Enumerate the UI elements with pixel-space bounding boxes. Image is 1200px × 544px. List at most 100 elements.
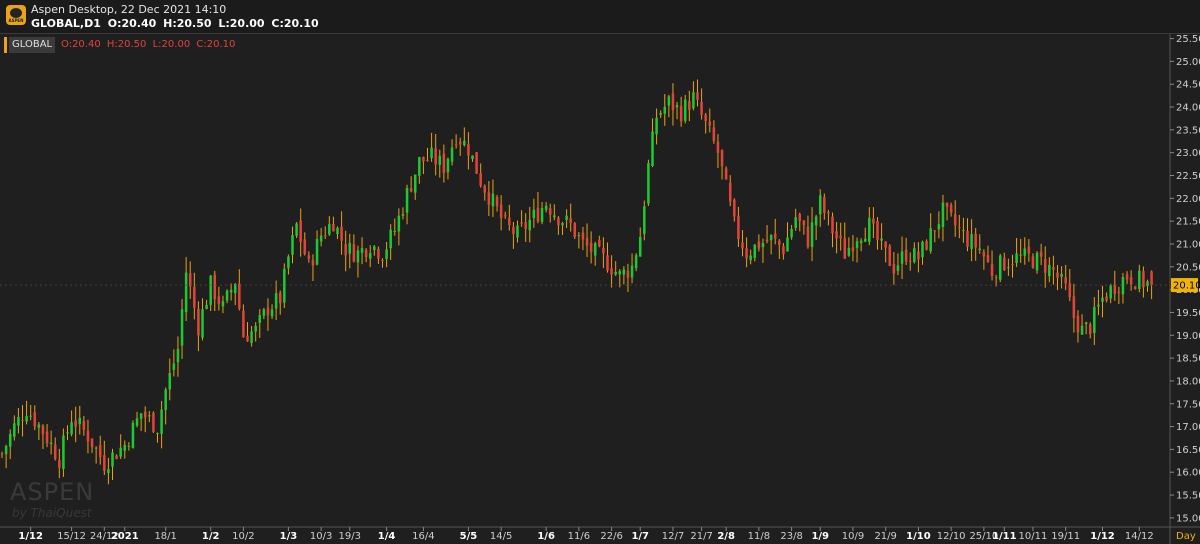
candle-body: [966, 230, 969, 247]
candle-body: [1088, 324, 1092, 335]
candle-body: [994, 277, 998, 279]
candle-body: [863, 238, 867, 242]
candle-body: [413, 174, 417, 193]
plot-area: [0, 34, 1170, 527]
candle-body: [520, 222, 523, 224]
x-tick-label: 1/2: [202, 531, 220, 542]
x-tick-label: 10/2: [232, 531, 254, 542]
x-tick-label: 14/5: [490, 531, 512, 542]
candle-body: [618, 271, 622, 275]
legend-low: L:20.00: [152, 39, 191, 50]
candle-body: [941, 202, 945, 228]
candle-body: [512, 226, 515, 235]
candle-body: [499, 204, 503, 219]
candle-body: [1023, 248, 1027, 256]
legend-symbol[interactable]: GLOBAL: [9, 37, 56, 53]
x-tick-label: 21/9: [874, 531, 896, 542]
candle-body: [798, 214, 802, 222]
candle-body: [737, 215, 740, 240]
candle-body: [888, 245, 892, 266]
candle-body: [978, 248, 982, 250]
candle-body: [917, 251, 920, 260]
candle-body: [287, 256, 290, 269]
candle-body: [598, 239, 601, 247]
candle-body: [446, 158, 450, 173]
candle-body: [49, 442, 53, 445]
candle-body: [184, 272, 188, 313]
candle-body: [111, 452, 114, 467]
candle-body: [508, 217, 511, 226]
candle-body: [818, 195, 822, 215]
candle-body: [1142, 271, 1145, 288]
y-tick-label: 24.50: [1176, 80, 1200, 91]
candle-body: [58, 459, 61, 468]
candle-body: [98, 445, 102, 458]
candle-body: [434, 148, 437, 165]
candle-body: [573, 223, 577, 237]
candle-body: [904, 249, 908, 262]
candle-body: [651, 131, 654, 166]
x-tick-label: 11/8: [748, 531, 770, 542]
candle-body: [66, 432, 69, 434]
candle-body: [107, 469, 110, 474]
candle-body: [516, 225, 519, 238]
candle-body: [806, 226, 810, 247]
candle-body: [1019, 254, 1022, 256]
candle-body: [344, 244, 347, 256]
candle-body: [823, 197, 826, 213]
candle-body: [377, 248, 380, 259]
candle-body: [757, 241, 761, 249]
candle-body: [336, 227, 339, 235]
price-chart[interactable]: 15.00 15.50 16.00 16.50 17.00 17.50 18.00 18.50…: [0, 0, 1200, 544]
candle-body: [8, 433, 12, 447]
candle-body: [679, 105, 683, 122]
candle-body: [1138, 270, 1141, 289]
candle-body: [90, 438, 94, 448]
candle-body: [557, 217, 560, 226]
candle-body: [135, 418, 139, 426]
candle-body: [127, 445, 131, 447]
candle-body: [131, 422, 135, 449]
candle-body: [630, 265, 634, 278]
candle-body: [401, 214, 405, 216]
candle-body: [221, 301, 225, 307]
legend-color-marker: [4, 37, 7, 53]
candle-body: [70, 422, 73, 435]
candle-body: [352, 244, 356, 262]
candle-body: [225, 290, 229, 301]
x-tick-label: 10/3: [310, 531, 332, 542]
candle-body: [553, 215, 556, 218]
candle-body: [487, 192, 491, 205]
candle-body: [4, 445, 8, 455]
candle-body: [896, 265, 900, 271]
candle-body: [188, 273, 192, 287]
candle-body: [929, 228, 932, 252]
candle-body: [1076, 315, 1080, 333]
candle-body: [708, 121, 712, 126]
candle-body: [291, 235, 294, 255]
candle-body: [152, 412, 155, 432]
candle-body: [299, 220, 302, 242]
candle-body: [921, 241, 924, 258]
candle-body: [205, 304, 208, 310]
candle-body: [360, 248, 364, 253]
candle-body: [246, 335, 249, 342]
candle-body: [295, 223, 298, 236]
y-tick-label: 21.50: [1176, 217, 1200, 228]
candle-body: [724, 168, 728, 180]
candle-body: [213, 274, 217, 300]
x-tick-label: 18/1: [154, 531, 176, 542]
candle-body: [945, 202, 949, 207]
candle-body: [1027, 246, 1031, 254]
candle-body: [749, 255, 752, 261]
candle-body: [1003, 257, 1006, 271]
candle-body: [786, 237, 789, 252]
y-tick-label: 19.00: [1176, 331, 1200, 342]
candle-body: [238, 283, 241, 309]
x-tick-label: 2/8: [717, 531, 735, 542]
candle-body: [254, 325, 257, 332]
candle-body: [119, 447, 122, 457]
candle-body: [283, 268, 286, 303]
candle-body: [458, 141, 462, 145]
candle-body: [532, 209, 536, 219]
